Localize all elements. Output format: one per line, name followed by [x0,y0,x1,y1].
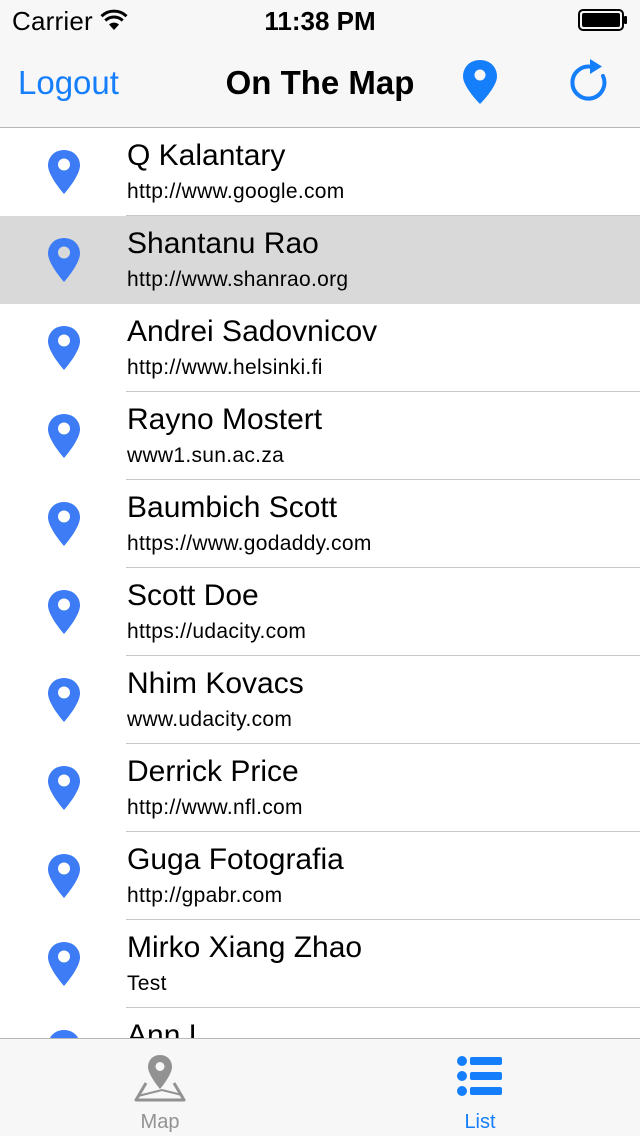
pin-icon [48,678,80,722]
list-item-name: Andrei Sadovnicov [127,315,378,348]
list-item[interactable]: Ann L [0,1008,640,1038]
list-item[interactable]: Andrei Sadovnicov http://www.helsinki.fi [0,304,640,392]
pin-icon [48,150,80,194]
pin-icon [463,60,497,104]
list-item-url: http://gpabr.com [127,884,283,907]
refresh-button[interactable] [566,58,614,106]
list-item[interactable]: Derrick Price http://www.nfl.com [0,744,640,832]
logout-button[interactable]: Logout [18,64,119,102]
list-item-url: http://www.google.com [127,180,345,203]
pin-icon [48,414,80,458]
pin-icon [48,326,80,370]
student-list[interactable]: Q Kalantary http://www.google.com Shantanu… [0,128,640,1038]
list-item[interactable]: Q Kalantary http://www.google.com [0,128,640,216]
status-bar: Carrier 11:38 PM [0,0,640,40]
list-item-url: http://www.shanrao.org [127,268,349,291]
list-icon [457,1056,502,1096]
list-item[interactable]: Shantanu Rao http://www.shanrao.org [0,216,640,304]
tab-list-label: List [464,1111,496,1133]
pin-icon [48,238,80,282]
battery-icon [578,9,627,31]
list-item-name: Shantanu Rao [127,227,319,260]
list-item[interactable]: Nhim Kovacs www.udacity.com [0,656,640,744]
list-item-name: Derrick Price [127,755,299,788]
list-item-url: http://www.nfl.com [127,796,303,819]
list-item-name: Scott Doe [127,579,259,612]
list-item-name: Mirko Xiang Zhao [127,931,363,964]
tab-bar: Map List [0,1038,640,1136]
pin-icon [48,854,80,898]
map-icon [134,1055,186,1102]
list-item[interactable]: Guga Fotografia http://gpabr.com [0,832,640,920]
pin-icon [48,942,80,986]
navigation-bar: Logout On The Map [0,40,640,128]
list-item-name: Guga Fotografia [127,843,344,876]
status-time: 11:38 PM [264,6,376,36]
pin-icon [48,502,80,546]
list-item[interactable]: Scott Doe https://udacity.com [0,568,640,656]
list-item-url: www.udacity.com [127,708,293,731]
list-item-url: https://www.godaddy.com [127,532,372,555]
list-item-name: Baumbich Scott [127,491,338,524]
list-item-name: Rayno Mostert [127,403,323,436]
list-item[interactable]: Rayno Mostert www1.sun.ac.za [0,392,640,480]
refresh-icon [570,59,607,101]
add-pin-button[interactable] [460,58,500,106]
pin-icon [48,590,80,634]
list-item[interactable]: Baumbich Scott https://www.godaddy.com [0,480,640,568]
pin-icon [49,1030,79,1038]
list-item-url: www1.sun.ac.za [127,444,285,467]
list-item-name: Nhim Kovacs [127,667,304,700]
list-item[interactable]: Mirko Xiang Zhao Test [0,920,640,1008]
list-item-url: Test [127,972,167,995]
tab-list[interactable]: List [320,1039,640,1136]
list-item-name: Q Kalantary [127,139,286,172]
tab-map[interactable]: Map [0,1039,320,1136]
list-item-url: http://www.helsinki.fi [127,356,323,379]
tab-map-label: Map [140,1111,180,1133]
list-item-url: https://udacity.com [127,620,307,643]
list-item-name: Ann L [127,1019,206,1038]
pin-icon [48,766,80,810]
